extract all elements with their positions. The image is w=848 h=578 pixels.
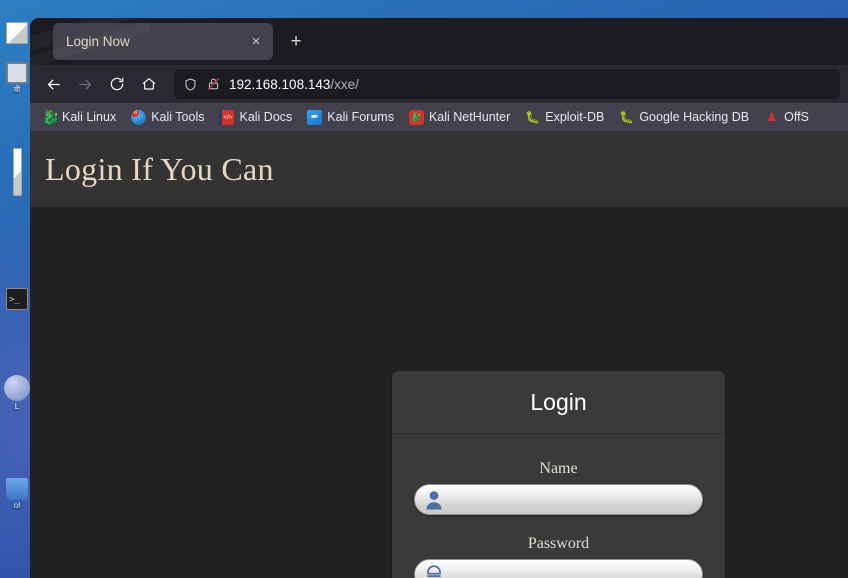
bookmark-offsec[interactable]: ♟ OffS xyxy=(758,107,815,128)
bookmarks-bar: 🐉 Kali Linux Kali Tools Kali Docs Kali F… xyxy=(30,103,848,131)
folder-icon xyxy=(6,478,28,500)
bug-icon: 🐛 xyxy=(619,109,635,124)
new-tab-button[interactable]: + xyxy=(283,29,309,55)
kali-tools-icon xyxy=(131,109,147,125)
desktop-icon-label: वी xyxy=(13,85,21,94)
forward-button[interactable] xyxy=(70,69,100,99)
bookmark-google-hacking-db[interactable]: 🐛 Google Hacking DB xyxy=(613,107,755,128)
bookmark-kali-nethunter[interactable]: Kali NetHunter xyxy=(403,107,516,128)
browser-window: Login Now × + 192.168.108.143/xxe/ 🐉 Kal… xyxy=(30,18,848,578)
desktop-icon-moon[interactable]: L xyxy=(2,375,32,412)
lock-crossed-icon[interactable] xyxy=(206,76,221,92)
browser-toolbar: 192.168.108.143/xxe/ xyxy=(30,65,848,103)
browser-tab[interactable]: Login Now × xyxy=(53,23,273,60)
shield-icon[interactable] xyxy=(183,77,198,92)
desktop-icon-archive[interactable]: वी xyxy=(2,62,32,95)
desktop-icon-label: ol xyxy=(13,501,21,510)
terminal-icon: >_ xyxy=(6,288,28,310)
bookmark-label: Kali Forums xyxy=(327,110,394,124)
desktop-icon-document[interactable] xyxy=(2,22,32,45)
desktop-icon-label: L xyxy=(14,402,20,411)
archive-icon xyxy=(6,62,28,84)
page-content: Login If You Can Login Name Password xyxy=(30,131,848,578)
bookmark-label: Google Hacking DB xyxy=(639,110,750,124)
reload-button[interactable] xyxy=(102,69,132,99)
desktop-icon-folder[interactable]: ol xyxy=(2,478,32,511)
close-icon[interactable]: × xyxy=(245,31,267,53)
browser-titlebar: Login Now × + xyxy=(30,18,848,65)
bookmark-label: Exploit-DB xyxy=(545,110,605,124)
bookmark-label: Kali Linux xyxy=(62,110,117,124)
kali-forums-icon xyxy=(307,109,323,125)
desktop-icon-terminal[interactable]: >_ xyxy=(2,288,32,311)
name-label: Name xyxy=(539,460,578,477)
url-path: /xxe/ xyxy=(330,76,359,92)
bug-icon: 🐛 xyxy=(525,109,541,124)
name-field-wrap xyxy=(414,484,703,515)
bookmark-exploit-db[interactable]: 🐛 Exploit-DB xyxy=(519,107,610,128)
password-field-wrap xyxy=(414,559,703,578)
login-card: Login Name Password xyxy=(392,371,725,578)
password-label: Password xyxy=(527,535,590,552)
bookmark-kali-docs[interactable]: Kali Docs xyxy=(213,107,298,128)
kali-dragon-icon: 🐉 xyxy=(42,109,57,125)
bookmark-kali-tools[interactable]: Kali Tools xyxy=(125,107,210,128)
offsec-icon: ♟ xyxy=(766,109,777,124)
page-banner: Login If You Can xyxy=(30,131,848,207)
moon-icon xyxy=(4,375,30,401)
desktop-icon-drive[interactable] xyxy=(2,148,32,197)
bookmark-label: OffS xyxy=(784,110,809,124)
bookmark-kali-forums[interactable]: Kali Forums xyxy=(301,107,400,128)
kali-nethunter-icon xyxy=(408,109,424,125)
password-input[interactable] xyxy=(414,559,703,578)
name-input[interactable] xyxy=(414,484,703,515)
page-title: Login If You Can xyxy=(45,150,274,187)
bookmark-label: Kali Docs xyxy=(239,110,293,124)
login-card-header: Login xyxy=(392,371,725,434)
drive-icon xyxy=(12,148,22,196)
url-text: 192.168.108.143/xxe/ xyxy=(229,77,359,92)
tab-title: Login Now xyxy=(66,34,130,49)
kali-docs-icon xyxy=(219,109,235,125)
bookmark-label: Kali Tools xyxy=(151,110,205,124)
bookmark-label: Kali NetHunter xyxy=(428,110,511,124)
login-form: Name Password xyxy=(392,434,725,578)
address-bar[interactable]: 192.168.108.143/xxe/ xyxy=(174,69,840,99)
url-host: 192.168.108.143 xyxy=(229,76,331,92)
back-button[interactable] xyxy=(38,69,68,99)
document-icon xyxy=(6,22,28,44)
home-button[interactable] xyxy=(134,69,164,99)
bookmark-kali-linux[interactable]: 🐉 Kali Linux xyxy=(36,107,122,128)
login-card-title: Login xyxy=(530,388,587,415)
